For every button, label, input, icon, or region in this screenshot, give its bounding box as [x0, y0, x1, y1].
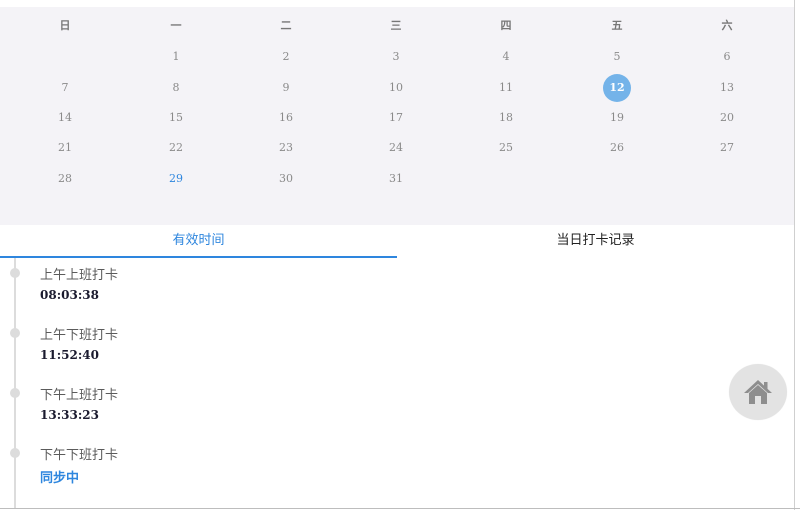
calendar-day[interactable]: 17: [366, 104, 426, 132]
calendar-day[interactable]: 4: [476, 43, 536, 71]
calendar-day[interactable]: 2: [256, 43, 316, 71]
calendar-day[interactable]: [35, 43, 95, 71]
event-time: 13:33:23: [40, 408, 99, 422]
calendar-day[interactable]: 14: [35, 104, 95, 132]
content-right-border: [794, 0, 795, 510]
event-time: 08:03:38: [40, 288, 99, 302]
calendar-day[interactable]: 25: [476, 134, 536, 162]
event-label: 下午上班打卡: [40, 388, 119, 403]
weekday-tue: 二: [280, 19, 292, 32]
home-icon: [744, 380, 772, 404]
calendar-day[interactable]: 22: [146, 134, 206, 162]
calendar-day[interactable]: 6: [697, 43, 757, 71]
timeline: 上午上班打卡 08:03:38 上午下班打卡 11:52:40 下午上班打卡 1…: [0, 258, 794, 508]
home-button[interactable]: [729, 364, 787, 420]
calendar-day[interactable]: 3: [366, 43, 426, 71]
weekday-sat: 六: [721, 19, 733, 32]
calendar-day[interactable]: 23: [256, 134, 316, 162]
calendar-day[interactable]: 26: [587, 134, 647, 162]
event-status-syncing: 同步中: [40, 471, 80, 486]
event-label: 上午上班打卡: [40, 268, 119, 283]
calendar-day[interactable]: 16: [256, 104, 316, 132]
calendar-day[interactable]: 19: [587, 104, 647, 132]
calendar-day-highlighted[interactable]: 29: [146, 165, 206, 193]
calendar-day[interactable]: 11: [476, 74, 536, 102]
top-strip: [0, 0, 800, 7]
calendar-day[interactable]: 15: [146, 104, 206, 132]
weekday-sun: 日: [59, 19, 71, 32]
calendar-day[interactable]: 10: [366, 74, 426, 102]
calendar-day[interactable]: 28: [35, 165, 95, 193]
calendar-day[interactable]: 1: [146, 43, 206, 71]
weekday-mon: 一: [170, 19, 182, 32]
timeline-dot: [10, 388, 20, 398]
timeline-dot: [10, 448, 20, 458]
calendar-day[interactable]: 18: [476, 104, 536, 132]
weekday-thu: 四: [500, 19, 512, 32]
calendar-day[interactable]: 31: [366, 165, 426, 193]
timeline-line: [14, 258, 16, 508]
calendar-day[interactable]: 27: [697, 134, 757, 162]
calendar: 日 一 二 三 四 五 六 1 2 3 4 5 6 7 8 9 10 11 12…: [0, 7, 794, 225]
tab-daily-records[interactable]: 当日打卡记录: [397, 225, 794, 256]
calendar-day[interactable]: 13: [697, 74, 757, 102]
timeline-dot: [10, 328, 20, 338]
event-label: 上午下班打卡: [40, 328, 119, 343]
page: 日 一 二 三 四 五 六 1 2 3 4 5 6 7 8 9 10 11 12…: [0, 0, 800, 516]
event-time: 11:52:40: [40, 348, 99, 362]
weekday-wed: 三: [390, 19, 402, 32]
calendar-day[interactable]: 30: [256, 165, 316, 193]
timeline-dot: [10, 268, 20, 278]
calendar-day[interactable]: 8: [146, 74, 206, 102]
calendar-day[interactable]: 24: [366, 134, 426, 162]
weekday-fri: 五: [611, 19, 623, 32]
content-bottom-border: [0, 508, 800, 509]
tab-bar: 有效时间 当日打卡记录: [0, 225, 794, 258]
tab-valid-time[interactable]: 有效时间: [0, 225, 397, 256]
event-label: 下午下班打卡: [40, 448, 119, 463]
calendar-day[interactable]: 9: [256, 74, 316, 102]
calendar-day[interactable]: 7: [35, 74, 95, 102]
calendar-day[interactable]: 21: [35, 134, 95, 162]
selected-day-number: 12: [609, 81, 625, 94]
calendar-day[interactable]: 5: [587, 43, 647, 71]
calendar-day[interactable]: 20: [697, 104, 757, 132]
calendar-day-selected[interactable]: 12: [587, 74, 647, 102]
